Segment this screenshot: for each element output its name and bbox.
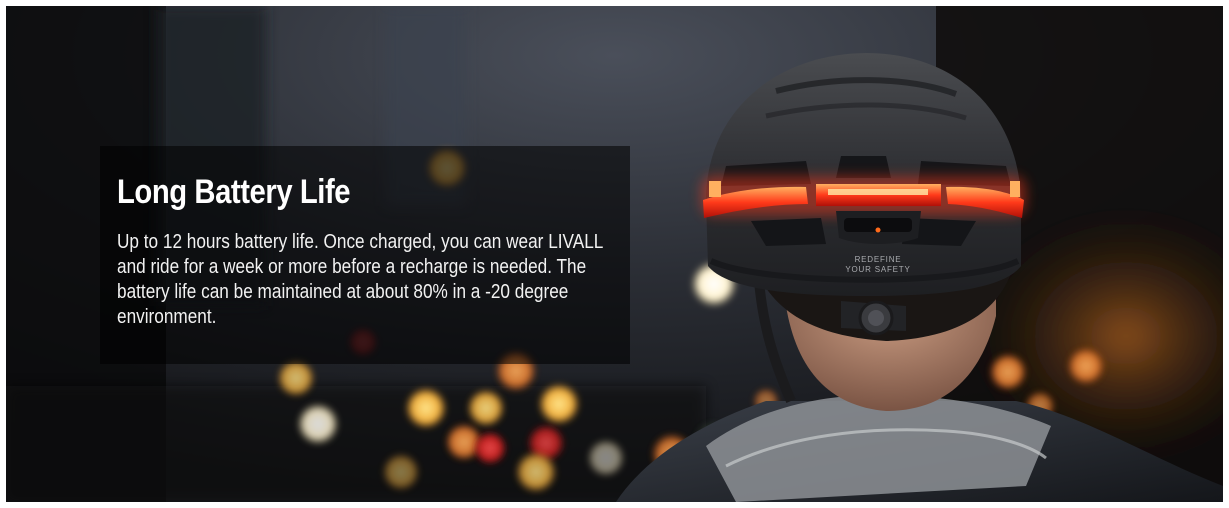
feature-description: Up to 12 hours battery life. Once charge… xyxy=(117,231,603,328)
hero-banner: REDEFINE YOUR SAFETY Long Battery Life U… xyxy=(6,6,1223,502)
helmet-print-line2: YOUR SAFETY xyxy=(845,265,910,274)
feature-text-panel: Long Battery Life Up to 12 hours battery… xyxy=(100,146,630,364)
helmet-print-line1: REDEFINE xyxy=(855,255,902,264)
feature-title: Long Battery Life xyxy=(117,173,351,211)
